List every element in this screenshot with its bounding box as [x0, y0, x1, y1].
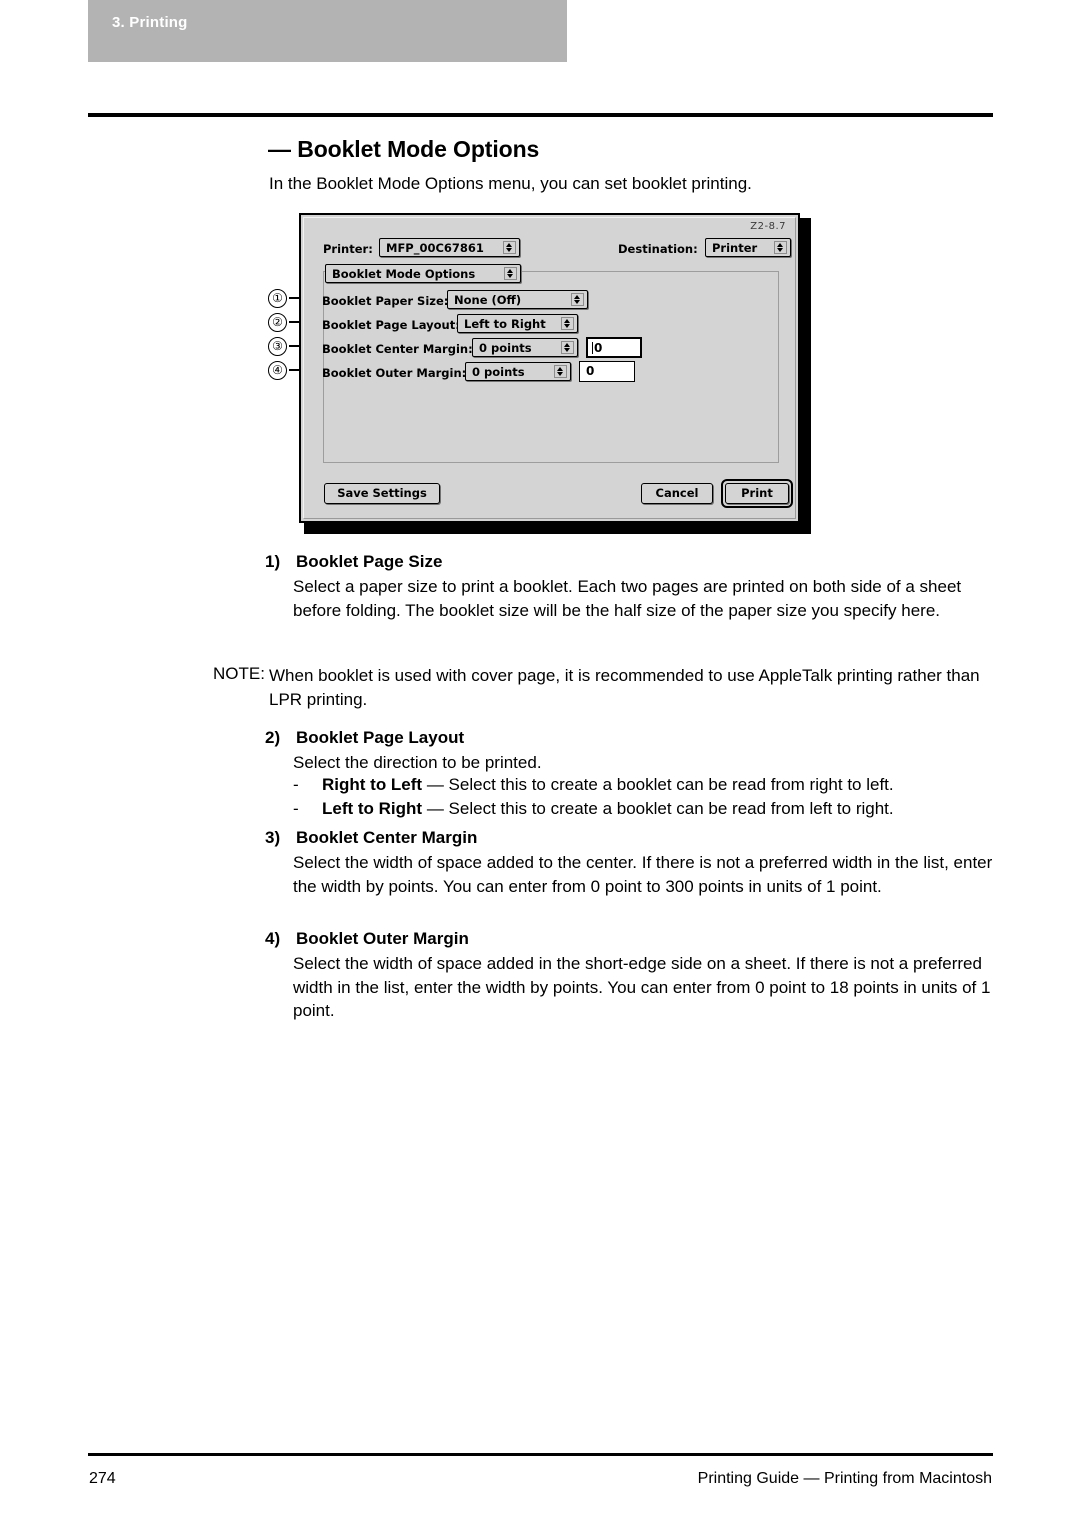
booklet-page-layout-popup[interactable]: Left to Right — [457, 314, 578, 333]
booklet-center-margin-value: 0 points — [479, 341, 532, 355]
page-number: 274 — [89, 1470, 116, 1487]
chevron-updown-icon — [774, 241, 787, 254]
save-settings-button[interactable]: Save Settings — [324, 483, 440, 504]
item-4-title: Booklet Outer Margin — [296, 929, 469, 948]
item-2-title: Booklet Page Layout — [296, 728, 465, 747]
item-2-number: 2) — [265, 728, 281, 747]
pane-selector-value: Booklet Mode Options — [332, 267, 476, 281]
item-1-number: 1) — [265, 552, 281, 571]
printer-popup[interactable]: MFP_00C67861 — [379, 238, 520, 257]
destination-label: Destination: — [618, 242, 698, 256]
item-3-number: 3) — [265, 828, 281, 847]
callout-number-4: ④ — [268, 361, 287, 380]
item-2-bullet-2-dash: - — [293, 799, 299, 818]
item-1-title: Booklet Page Size — [296, 552, 443, 571]
booklet-center-margin-input-value: 0 — [594, 341, 603, 355]
item-1-text: Select a paper size to print a booklet. … — [293, 577, 962, 620]
chevron-updown-icon — [561, 341, 574, 354]
callout-number-1: ① — [268, 289, 287, 308]
pane-selector-popup[interactable]: Booklet Mode Options — [325, 264, 521, 283]
item-2-bullet-2-desc: — Select this to create a booklet can be… — [426, 799, 894, 818]
booklet-outer-margin-label: Booklet Outer Margin: — [322, 366, 467, 380]
printer-label: Printer: — [323, 242, 373, 256]
page-title: — Booklet Mode Options — [268, 136, 540, 162]
callout-number-2: ② — [268, 313, 287, 332]
dialog-version-tag: Z2-8.7 — [750, 221, 786, 232]
section-intro-text: In the Booklet Mode Options menu, you ca… — [269, 174, 752, 193]
chevron-updown-icon — [571, 293, 584, 306]
printer-popup-value: MFP_00C67861 — [386, 241, 484, 255]
booklet-paper-size-value: None (Off) — [454, 293, 522, 307]
chapter-header-banner: 3. Printing — [88, 0, 567, 62]
cancel-button[interactable]: Cancel — [641, 483, 713, 504]
destination-popup-value: Printer — [712, 241, 758, 255]
print-dialog-window: Z2-8.7 Printer: MFP_00C67861 Destination… — [299, 213, 800, 523]
booklet-outer-margin-input[interactable]: 0 — [579, 361, 635, 382]
note-text: When booklet is used with cover page, it… — [269, 666, 980, 709]
text-cursor — [592, 342, 593, 354]
booklet-page-layout-label: Booklet Page Layout: — [322, 318, 460, 332]
item-2-bullet-1-dash: - — [293, 775, 299, 794]
booklet-outer-margin-popup[interactable]: 0 points — [465, 362, 571, 381]
booklet-outer-margin-input-value: 0 — [586, 364, 595, 378]
footer-rule — [88, 1453, 993, 1456]
note-label: NOTE: — [213, 664, 265, 683]
booklet-paper-size-label: Booklet Paper Size: — [322, 294, 449, 308]
save-settings-button-label: Save Settings — [337, 486, 427, 500]
chapter-header-label: 3. Printing — [112, 14, 188, 31]
footer-title: Printing Guide — Printing from Macintosh — [697, 1470, 992, 1487]
callout-number-3: ③ — [268, 337, 287, 356]
header-rule — [88, 113, 993, 117]
item-2-bullet-2-term: Left to Right — [322, 799, 423, 818]
booklet-paper-size-popup[interactable]: None (Off) — [447, 290, 588, 309]
item-2-bullet-2: Left to Right — Select this to create a … — [322, 799, 894, 819]
item-2-bullet-1-desc: — Select this to create a booklet can be… — [426, 775, 894, 794]
booklet-center-margin-label: Booklet Center Margin: — [322, 342, 473, 356]
print-dialog-screenshot: Z2-8.7 Printer: MFP_00C67861 Destination… — [299, 213, 811, 534]
item-2-bullet-1-term: Right to Left — [322, 775, 423, 794]
cancel-button-label: Cancel — [655, 486, 699, 500]
chevron-updown-icon — [554, 365, 567, 378]
item-3-text: Select the width of space added to the c… — [293, 853, 993, 896]
print-button[interactable]: Print — [725, 483, 789, 504]
booklet-outer-margin-value: 0 points — [472, 365, 525, 379]
item-4-text: Select the width of space added in the s… — [293, 954, 991, 1020]
chevron-updown-icon — [504, 267, 517, 280]
chevron-updown-icon — [561, 317, 574, 330]
item-3-title: Booklet Center Margin — [296, 828, 478, 847]
item-2-bullet-1: Right to Left — Select this to create a … — [322, 775, 894, 795]
destination-popup[interactable]: Printer — [705, 238, 791, 257]
chevron-updown-icon — [503, 241, 516, 254]
booklet-center-margin-input[interactable]: 0 — [586, 337, 642, 358]
booklet-center-margin-popup[interactable]: 0 points — [472, 338, 578, 357]
item-4-number: 4) — [265, 929, 281, 948]
item-2-text: Select the direction to be printed. — [293, 753, 542, 772]
booklet-page-layout-value: Left to Right — [464, 317, 546, 331]
print-button-label: Print — [741, 486, 773, 500]
